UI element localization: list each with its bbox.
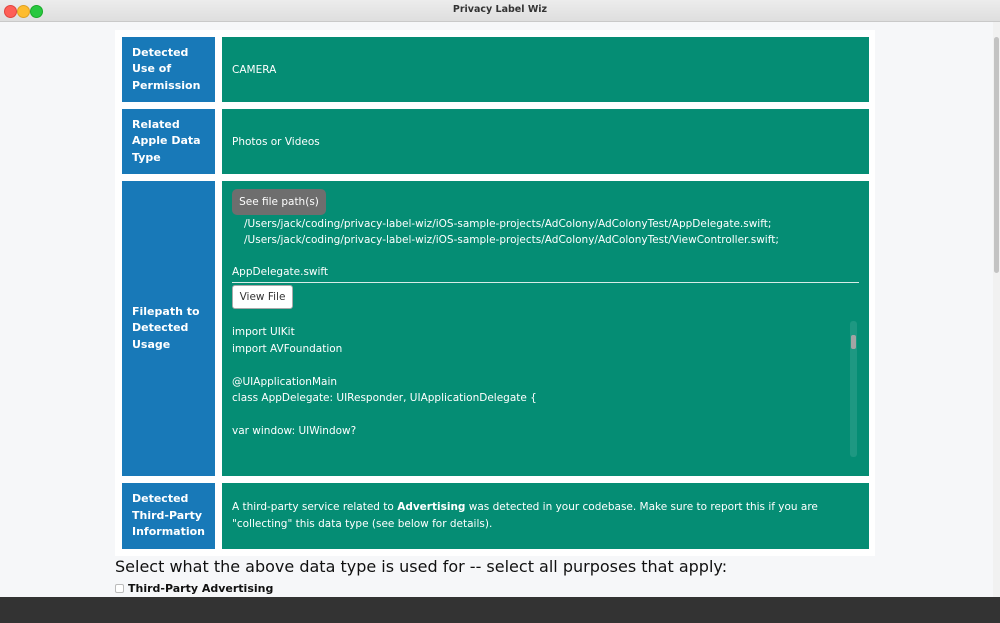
- bottom-bar: [0, 597, 1000, 623]
- third-party-value-cell: A third-party service related to Adverti…: [222, 483, 869, 549]
- window-title: Privacy Label Wiz: [452, 4, 548, 15]
- code-line-4: class AppDelegate: UIResponder, UIApplic…: [232, 392, 537, 404]
- file-path-1: /Users/jack/coding/privacy-label-wiz/iOS…: [244, 218, 772, 230]
- checkbox-icon[interactable]: [115, 584, 124, 593]
- permission-value: CAMERA: [232, 63, 277, 76]
- third-party-text-1: A third-party service related to: [232, 501, 398, 513]
- filepath-value-cell: See file path(s) /Users/jack/coding/priv…: [222, 181, 869, 476]
- third-party-category: Advertising: [397, 501, 466, 513]
- see-file-paths-button[interactable]: See file path(s): [232, 189, 326, 215]
- title-bar: Privacy Label Wiz: [0, 0, 1000, 22]
- code-line-3: @UIApplicationMain: [232, 376, 338, 388]
- purpose-option-label[interactable]: Third-Party Advertising: [128, 582, 273, 595]
- view-file-button[interactable]: View File: [232, 285, 293, 309]
- code-scrollbar-thumb[interactable]: [851, 335, 856, 349]
- detection-card: Detected Use of Permission CAMERA Relate…: [115, 30, 875, 556]
- file-name: AppDelegate.swift: [232, 266, 329, 278]
- permission-value-cell: CAMERA: [222, 37, 869, 102]
- code-line-1: import UIKit: [232, 326, 295, 338]
- file-path-2: /Users/jack/coding/privacy-label-wiz/iOS…: [244, 234, 779, 246]
- app-content: Detected Use of Permission CAMERA Relate…: [0, 22, 993, 597]
- purpose-question: Select what the above data type is used …: [115, 557, 728, 576]
- filepath-label: Filepath to Detected Usage: [122, 181, 215, 476]
- data-type-value: Photos or Videos: [232, 135, 320, 148]
- code-line-5: var window: UIWindow?: [232, 425, 357, 437]
- page-scrollbar-thumb[interactable]: [994, 37, 999, 273]
- data-type-value-cell: Photos or Videos: [222, 109, 869, 174]
- file-name-divider: [232, 282, 859, 283]
- third-party-label: Detected Third-Party Information: [122, 483, 215, 549]
- code-line-2: import AVFoundation: [232, 343, 343, 355]
- data-type-label: Related Apple Data Type: [122, 109, 215, 174]
- purpose-option-third-party-advertising[interactable]: Third-Party Advertising: [115, 582, 273, 595]
- permission-label: Detected Use of Permission: [122, 37, 215, 102]
- third-party-message: A third-party service related to Adverti…: [232, 499, 859, 532]
